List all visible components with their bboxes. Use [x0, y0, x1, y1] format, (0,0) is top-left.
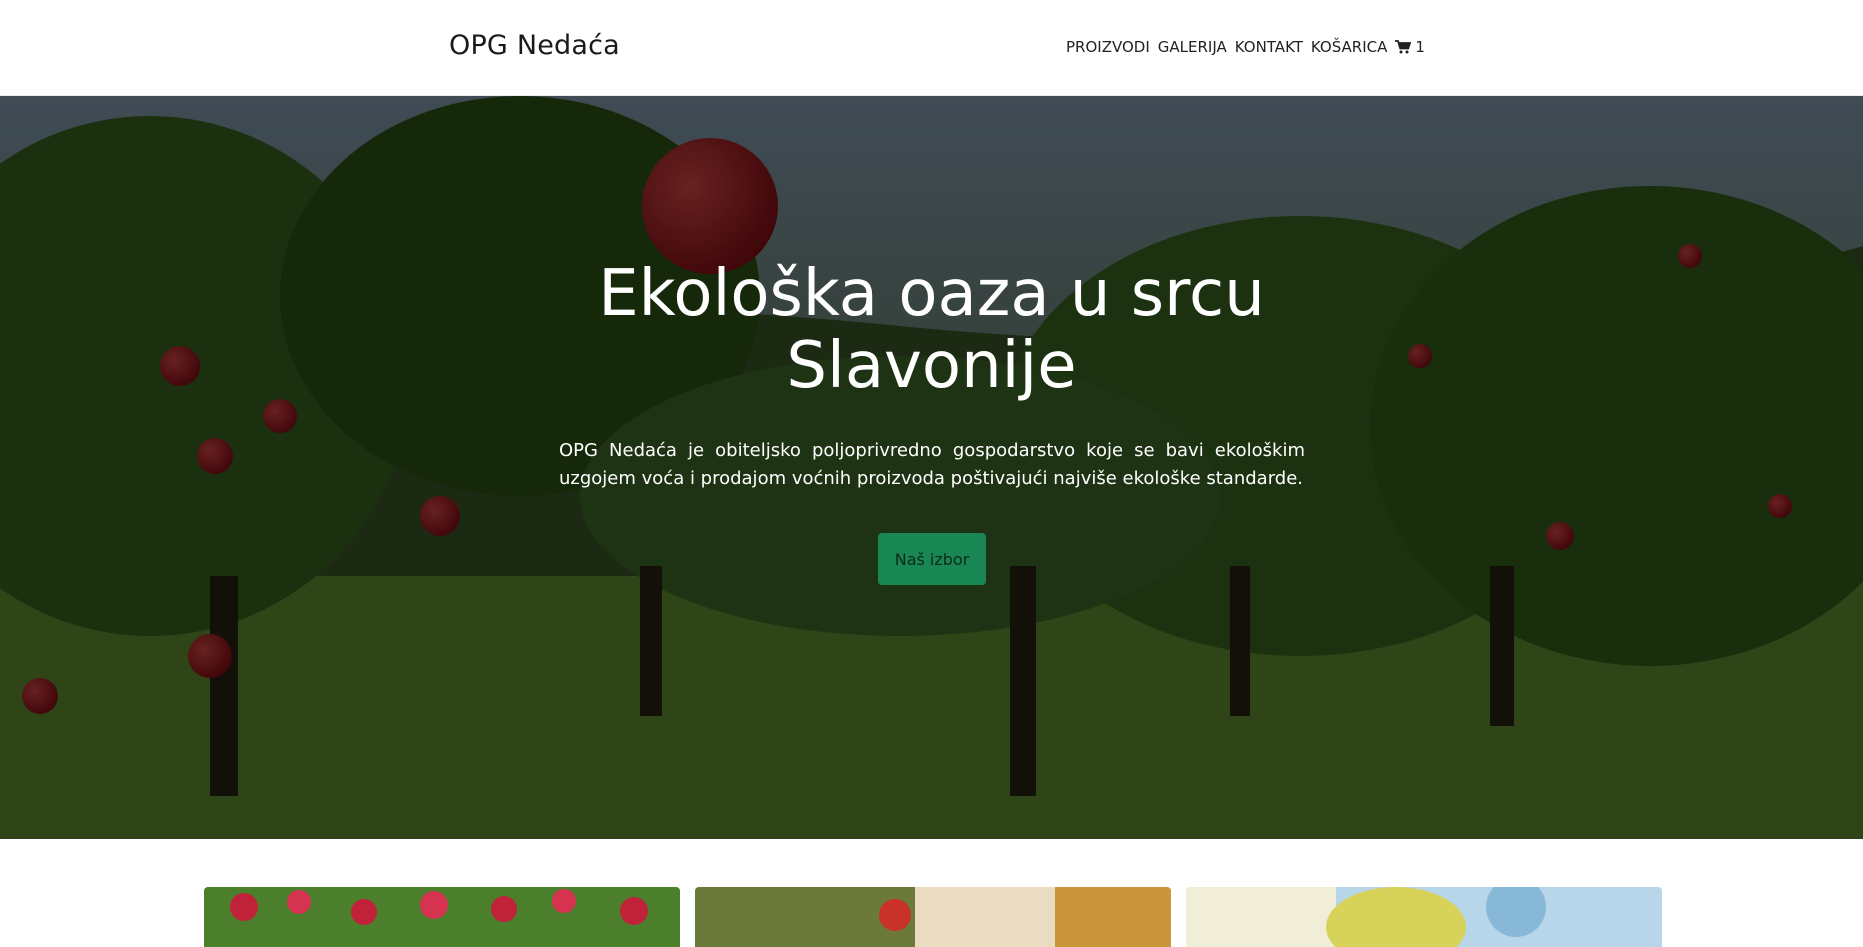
product-cards [0, 839, 1863, 947]
hero-section: Ekološka oaza u srcu Slavonije OPG Nedać… [0, 96, 1863, 839]
card-image-pear[interactable] [1186, 887, 1662, 947]
nav-kontakt[interactable]: KONTAKT [1235, 38, 1303, 56]
nav-galerija[interactable]: GALERIJA [1158, 38, 1227, 56]
cart-count: 1 [1415, 38, 1425, 56]
cart-link[interactable]: 1 [1395, 38, 1425, 56]
brand-logo[interactable]: OPG Nedaća [449, 30, 620, 61]
nas-izbor-button[interactable]: Naš izbor [878, 533, 986, 585]
main-nav: PROIZVODI GALERIJA KONTAKT KOŠARICA 1 [1066, 38, 1425, 56]
nav-proizvodi[interactable]: PROIZVODI [1066, 38, 1150, 56]
card-image-orchard[interactable] [695, 887, 1171, 947]
cart-icon [1395, 40, 1412, 54]
hero-title: Ekološka oaza u srcu Slavonije [598, 257, 1265, 403]
hero-description: OPG Nedaća je obiteljsko poljoprivredno … [559, 440, 1305, 489]
card-image-apples[interactable] [204, 887, 680, 947]
nav-kosarica[interactable]: KOŠARICA [1311, 38, 1387, 56]
navbar: OPG Nedaća PROIZVODI GALERIJA KONTAKT KO… [0, 0, 1863, 96]
